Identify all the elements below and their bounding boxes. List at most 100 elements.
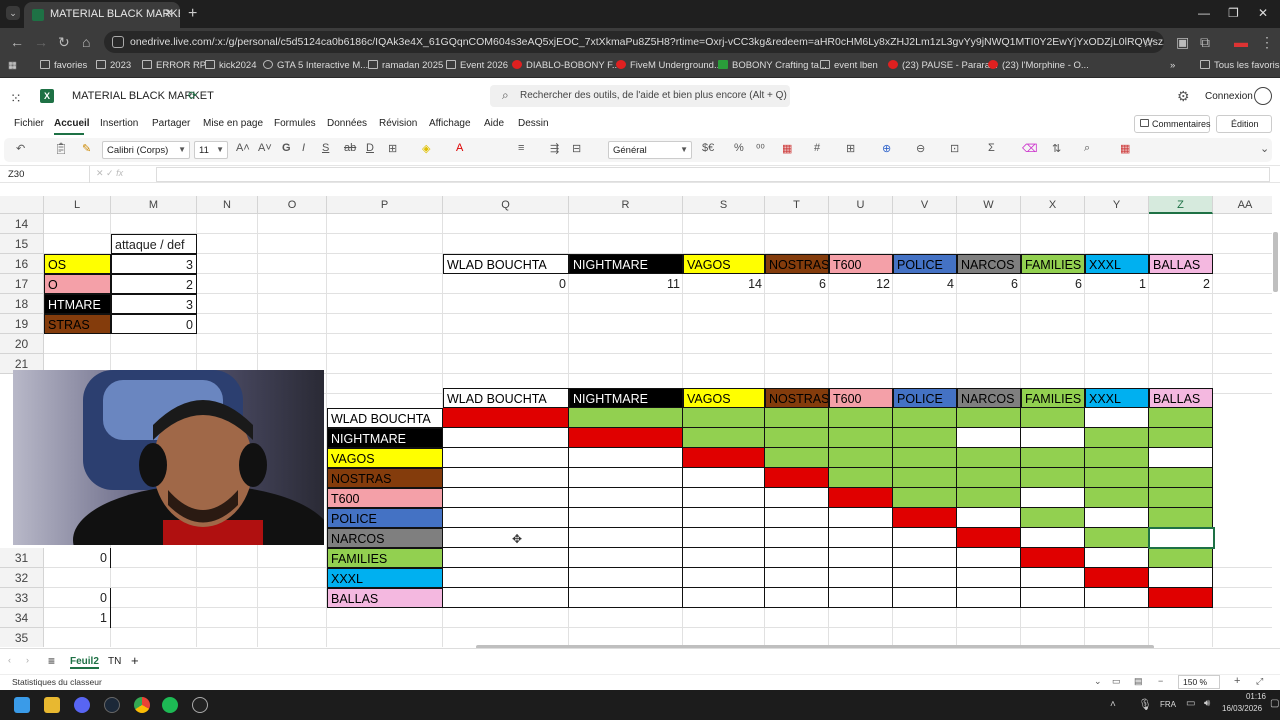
matrix-cell[interactable] xyxy=(443,428,569,448)
matrix-cell[interactable] xyxy=(829,508,893,528)
matrix-cell[interactable] xyxy=(893,568,957,588)
matrix-cell[interactable] xyxy=(765,428,829,448)
left-gang-name[interactable]: HTMARE xyxy=(44,294,111,314)
tab-aide[interactable]: Aide xyxy=(484,118,504,129)
search-input[interactable]: ⌕ Rechercher des outils, de l'aide et bi… xyxy=(490,85,790,107)
matrix-cell[interactable] xyxy=(893,468,957,488)
matrix-cell[interactable] xyxy=(893,588,957,608)
bookmark-12[interactable]: (23) l'Morphine - O... xyxy=(988,60,1089,71)
gang-header-top[interactable]: POLICE xyxy=(893,254,957,274)
column-header-L[interactable]: L xyxy=(44,196,111,214)
page-layout-icon[interactable]: ▤ xyxy=(1134,676,1143,687)
left-lower-value[interactable]: 1 xyxy=(44,608,111,628)
zoom-in-icon[interactable]: + xyxy=(1234,675,1240,687)
add-sheet-icon[interactable]: + xyxy=(131,653,139,668)
network-icon[interactable]: ▭ xyxy=(1186,698,1195,709)
matrix-cell[interactable] xyxy=(1085,488,1149,508)
clock-date[interactable]: 16/03/2026 xyxy=(1222,704,1262,713)
browser-tab-active[interactable]: MATERIAL BLACK MARKET.xlsx ✕ xyxy=(24,2,180,28)
fit-icon[interactable]: ⤢ xyxy=(1256,676,1263,687)
column-header-M[interactable]: M xyxy=(111,196,197,214)
matrix-cell[interactable] xyxy=(957,568,1021,588)
star-icon[interactable]: ☆ xyxy=(1142,34,1155,51)
tab-fichier[interactable]: Fichier xyxy=(14,118,44,129)
bookmark-4[interactable]: GTA 5 Interactive M... xyxy=(263,60,368,71)
matrix-cell[interactable] xyxy=(765,508,829,528)
bookmark-9[interactable]: BOBONY Crafting ta... xyxy=(718,60,827,71)
gang-header-top[interactable]: XXXL xyxy=(1085,254,1149,274)
avatar[interactable] xyxy=(1254,87,1272,105)
matrix-cell[interactable] xyxy=(1085,568,1149,588)
column-header-N[interactable]: N xyxy=(197,196,258,214)
delete-cells-icon[interactable]: ⊖ xyxy=(916,142,925,155)
tab-affichage[interactable]: Affichage xyxy=(429,118,471,129)
formula-input[interactable] xyxy=(156,167,1270,182)
double-underline-icon[interactable]: D xyxy=(366,142,374,154)
matrix-cell[interactable] xyxy=(957,548,1021,568)
borders-icon[interactable]: ⊞ xyxy=(388,142,397,155)
zoom-level[interactable]: 150 % xyxy=(1178,675,1220,689)
url-input[interactable]: onedrive.live.com/:x:/g/personal/c5d5124… xyxy=(104,31,1164,53)
matrix-cell[interactable] xyxy=(683,448,765,468)
currency-icon[interactable]: $€ xyxy=(702,142,714,154)
matrix-cell[interactable] xyxy=(829,468,893,488)
matrix-cell[interactable] xyxy=(443,468,569,488)
matrix-cell[interactable] xyxy=(1021,408,1085,428)
saved-status-icon[interactable]: ⟳ xyxy=(188,89,197,102)
bookmark-2[interactable]: ERROR RP xyxy=(142,60,206,71)
name-box[interactable]: Z30 xyxy=(0,166,90,183)
format-painter-icon[interactable]: ✎ xyxy=(82,142,91,155)
matrix-cell[interactable] xyxy=(443,548,569,568)
sheet-tab-tn[interactable]: TN xyxy=(108,656,121,667)
row-header-16[interactable]: 16 xyxy=(0,254,44,274)
matrix-cell[interactable] xyxy=(569,568,683,588)
matrix-cell[interactable] xyxy=(443,588,569,608)
matrix-cell[interactable] xyxy=(443,528,569,548)
tab-revision[interactable]: Révision xyxy=(379,118,417,129)
bookmark-8[interactable]: FiveM Underground... xyxy=(616,60,722,71)
matrix-cell[interactable] xyxy=(683,428,765,448)
row-header-35[interactable]: 35 xyxy=(0,628,44,647)
gang-score[interactable]: 6 xyxy=(1021,274,1085,294)
matrix-cell[interactable] xyxy=(1021,428,1085,448)
matrix-row-header[interactable]: XXXL xyxy=(327,568,443,588)
matrix-cell[interactable] xyxy=(443,448,569,468)
matrix-cell[interactable] xyxy=(569,428,683,448)
tab-donnees[interactable]: Données xyxy=(327,118,367,129)
matrix-cell[interactable] xyxy=(957,488,1021,508)
matrix-cell[interactable] xyxy=(569,548,683,568)
matrix-cell[interactable] xyxy=(829,488,893,508)
matrix-cell[interactable] xyxy=(829,408,893,428)
column-header-S[interactable]: S xyxy=(683,196,765,214)
prev-sheet-icon[interactable]: ‹ xyxy=(8,655,11,665)
bookmark-10[interactable]: event lben xyxy=(820,60,878,71)
matrix-row-header[interactable]: FAMILIES xyxy=(327,548,443,568)
column-header-U[interactable]: U xyxy=(829,196,893,214)
matrix-cell[interactable] xyxy=(1021,488,1085,508)
column-header-P[interactable]: P xyxy=(327,196,443,214)
add-ins-icon[interactable]: ▦ xyxy=(1120,142,1130,155)
matrix-cell[interactable] xyxy=(1021,468,1085,488)
matrix-cell[interactable] xyxy=(569,468,683,488)
matrix-cell[interactable] xyxy=(1149,468,1213,488)
matrix-cell[interactable] xyxy=(1085,508,1149,528)
matrix-col-header[interactable]: VAGOS xyxy=(683,388,765,408)
collapse-ribbon-icon[interactable]: ⌄ xyxy=(1260,142,1269,155)
chevron-down-icon[interactable]: ⌄ xyxy=(1094,676,1102,687)
matrix-col-header[interactable]: BALLAS xyxy=(1149,388,1213,408)
chrome-icon[interactable] xyxy=(134,697,150,713)
italic-icon[interactable]: I xyxy=(302,142,305,154)
matrix-cell[interactable] xyxy=(1085,548,1149,568)
bookmark-6[interactable]: Event 2026 xyxy=(446,60,508,71)
notifications-icon[interactable]: ▢ xyxy=(1270,698,1279,709)
discord-icon[interactable] xyxy=(74,697,90,713)
matrix-cell[interactable] xyxy=(1085,588,1149,608)
tab-formules[interactable]: Formules xyxy=(274,118,316,129)
window-close-icon[interactable]: ✕ xyxy=(1258,6,1268,20)
table-format-icon[interactable]: # xyxy=(814,142,820,154)
sign-in-link[interactable]: Connexion xyxy=(1205,91,1253,102)
left-gang-name[interactable]: O xyxy=(44,274,111,294)
matrix-row-header[interactable]: VAGOS xyxy=(327,448,443,468)
column-header-Y[interactable]: Y xyxy=(1085,196,1149,214)
app-launcher-icon[interactable]: ⁙ xyxy=(10,90,22,107)
